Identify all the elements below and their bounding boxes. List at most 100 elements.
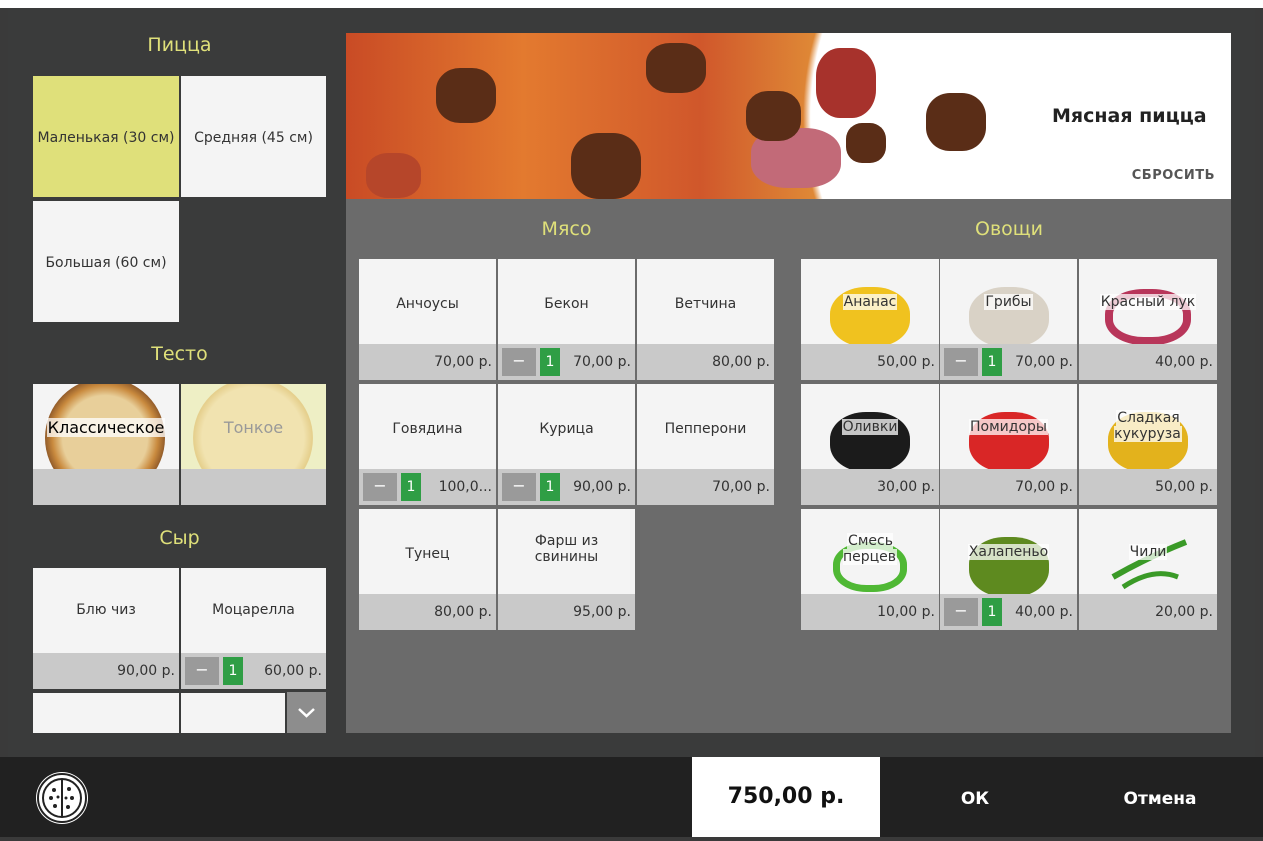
- decrease-button[interactable]: −: [944, 598, 978, 626]
- price-bar: − 1 60,00 р.: [181, 653, 326, 689]
- bottom-bar: 750,00 р. ОК Отмена: [0, 757, 1263, 837]
- decrease-button[interactable]: −: [502, 473, 536, 501]
- topping-chicken-button[interactable]: Курица − 1 90,00 р.: [498, 384, 635, 505]
- topping-label: Грибы: [984, 294, 1033, 310]
- cancel-button[interactable]: Отмена: [1090, 757, 1230, 837]
- total-price: 750,00 р.: [692, 757, 880, 837]
- price-bar: 95,00 р.: [498, 594, 635, 630]
- chevron-down-icon[interactable]: [287, 692, 326, 733]
- price-bar: 30,00 р.: [801, 469, 939, 505]
- price-bar: − 1 90,00 р.: [498, 469, 635, 505]
- price-bar: 10,00 р.: [801, 594, 939, 630]
- cheese-item-partial[interactable]: [33, 693, 179, 733]
- price-text: 30,00 р.: [877, 479, 935, 495]
- topping-pineapple-button[interactable]: Ананас 50,00 р.: [801, 259, 939, 380]
- quantity-badge: 1: [982, 348, 1002, 376]
- topping-chili-button[interactable]: Чили 20,00 р.: [1079, 509, 1217, 630]
- size-small-button[interactable]: Маленькая (30 см): [33, 76, 179, 197]
- price-text: 90,00 р.: [573, 479, 631, 495]
- price-bar: 80,00 р.: [637, 344, 774, 380]
- topping-olives-button[interactable]: Оливки 30,00 р.: [801, 384, 939, 505]
- topping-jalapeno-button[interactable]: Халапеньо − 1 40,00 р.: [940, 509, 1077, 630]
- price-bar: 20,00 р.: [1079, 594, 1217, 630]
- price-text: 80,00 р.: [712, 354, 770, 370]
- dough-section-title: Тесто: [151, 343, 208, 365]
- price-bar: 70,00 р.: [359, 344, 496, 380]
- topping-beef-button[interactable]: Говядина − 1 100,0...: [359, 384, 496, 505]
- pizza-banner: Мясная пицца СБРОСИТЬ: [346, 33, 1231, 199]
- cheese-bluecheese-button[interactable]: Блю чиз 90,00 р.: [33, 568, 179, 689]
- quantity-badge: 1: [982, 598, 1002, 626]
- topping-label: Курица: [539, 421, 594, 437]
- ok-button[interactable]: ОК: [905, 757, 1045, 837]
- size-medium-button[interactable]: Средняя (45 см): [181, 76, 326, 197]
- price-text: 95,00 р.: [573, 604, 631, 620]
- dough-label: Классическое: [46, 418, 166, 437]
- topping-label: Бекон: [544, 296, 589, 312]
- size-large-button[interactable]: Большая (60 см): [33, 201, 179, 322]
- quantity-badge: 1: [540, 348, 560, 376]
- topping-label: Анчоусы: [396, 296, 459, 312]
- topping-label: Красный лук: [1099, 294, 1197, 310]
- topping-minced-pork-button[interactable]: Фарш из свинины 95,00 р.: [498, 509, 635, 630]
- topping-bacon-button[interactable]: Бекон − 1 70,00 р.: [498, 259, 635, 380]
- price-text: 60,00 р.: [264, 663, 322, 679]
- pizza-title: Мясная пицца: [1050, 105, 1209, 127]
- topping-label: Пепперони: [664, 421, 747, 437]
- veg-section-title: Овощи: [974, 218, 1044, 240]
- price-bar: − 1 100,0...: [359, 469, 496, 505]
- decrease-button[interactable]: −: [944, 348, 978, 376]
- topping-anchovies-button[interactable]: Анчоусы 70,00 р.: [359, 259, 496, 380]
- cheese-item-partial[interactable]: [181, 693, 285, 733]
- price-text: 50,00 р.: [877, 354, 935, 370]
- reset-button[interactable]: СБРОСИТЬ: [1132, 168, 1215, 183]
- dough-label: Тонкое: [223, 418, 284, 437]
- topping-label: Оливки: [841, 419, 899, 435]
- pizza-logo-icon: [36, 772, 88, 824]
- dough-price-bar: [33, 469, 179, 505]
- price-text: 90,00 р.: [117, 663, 175, 679]
- size-label: Большая (60 см): [45, 255, 167, 271]
- topping-sweet-corn-button[interactable]: Сладкая кукуруза 50,00 р.: [1079, 384, 1217, 505]
- price-text: 10,00 р.: [877, 604, 935, 620]
- topping-label: Чили: [1128, 544, 1168, 560]
- price-bar: 70,00 р.: [940, 469, 1077, 505]
- price-text: 40,00 р.: [1155, 354, 1213, 370]
- decrease-button[interactable]: −: [502, 348, 536, 376]
- topping-tomatoes-button[interactable]: Помидоры 70,00 р.: [940, 384, 1077, 505]
- topping-label: Говядина: [392, 421, 463, 437]
- price-text: 70,00 р.: [712, 479, 770, 495]
- decrease-button[interactable]: −: [363, 473, 397, 501]
- cheese-section-title: Сыр: [159, 527, 200, 549]
- topping-ham-button[interactable]: Ветчина 80,00 р.: [637, 259, 774, 380]
- topping-mushrooms-button[interactable]: Грибы − 1 70,00 р.: [940, 259, 1077, 380]
- price-text: 70,00 р.: [573, 354, 631, 370]
- price-bar: 70,00 р.: [637, 469, 774, 505]
- topping-red-onion-button[interactable]: Красный лук 40,00 р.: [1079, 259, 1217, 380]
- price-text: 70,00 р.: [1015, 354, 1073, 370]
- price-bar: − 1 70,00 р.: [498, 344, 635, 380]
- price-text: 70,00 р.: [434, 354, 492, 370]
- dough-thin-button[interactable]: Тонкое: [181, 384, 326, 505]
- topping-pepperoni-button[interactable]: Пепперони 70,00 р.: [637, 384, 774, 505]
- topping-label: Помидоры: [969, 419, 1048, 435]
- quantity-badge: 1: [401, 473, 421, 501]
- topping-label: Ветчина: [674, 296, 737, 312]
- topping-pepper-mix-button[interactable]: Смесь перцев 10,00 р.: [801, 509, 939, 630]
- size-label: Средняя (45 см): [194, 130, 313, 146]
- topping-label: Ананас: [842, 294, 898, 310]
- topping-label: Халапеньо: [967, 544, 1050, 560]
- topping-label: Тунец: [405, 546, 450, 562]
- top-strip: [0, 0, 1263, 8]
- dough-classic-button[interactable]: Классическое: [33, 384, 179, 505]
- topping-label: Смесь перцев: [842, 533, 898, 565]
- decrease-button[interactable]: −: [185, 657, 219, 685]
- topping-tuna-button[interactable]: Тунец 80,00 р.: [359, 509, 496, 630]
- quantity-badge: 1: [540, 473, 560, 501]
- price-bar: 50,00 р.: [801, 344, 939, 380]
- price-text: 70,00 р.: [1015, 479, 1073, 495]
- price-text: 100,0...: [438, 479, 492, 495]
- size-label: Маленькая (30 см): [37, 130, 175, 146]
- cheese-mozzarella-button[interactable]: Моцарелла − 1 60,00 р.: [181, 568, 326, 689]
- price-text: 50,00 р.: [1155, 479, 1213, 495]
